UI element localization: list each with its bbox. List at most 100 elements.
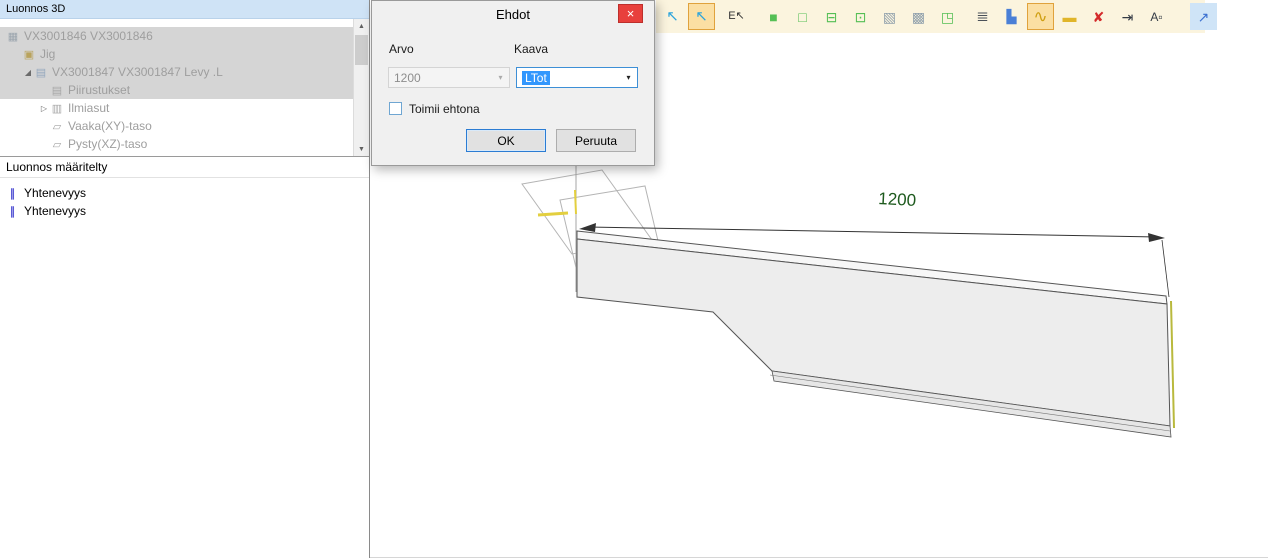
select-sketch-button[interactable]: ↖	[688, 3, 715, 30]
arvo-combobox: 1200 ▾	[388, 67, 510, 88]
tree-item-label: VX3001847 VX3001847 Levy .L	[52, 65, 223, 79]
cube-wireframe-icon: ▧	[883, 10, 896, 24]
select-entities-button[interactable]: ↖	[659, 3, 686, 30]
tree-item[interactable]: ▣Jig	[0, 45, 354, 63]
tree-item-label: Jig	[40, 47, 55, 61]
constraint-item[interactable]: ∥ Yhtenevyys	[0, 184, 369, 202]
appearances-icon: ▥	[50, 102, 64, 115]
dimension-label[interactable]: 1200	[878, 189, 917, 210]
annotation-text-icon: A▫	[1150, 11, 1162, 23]
coincident-constraint-icon: ∥	[6, 205, 19, 218]
open-external-icon: ↗	[1198, 10, 1210, 24]
coincident-constraint-icon: ∥	[6, 187, 19, 200]
arvo-label: Arvo	[389, 42, 414, 56]
tree-expander-icon[interactable]: ◢	[22, 68, 34, 77]
arvo-value: 1200	[389, 71, 492, 85]
tree-item-label: Ilmiasut	[68, 101, 109, 115]
tree-scrollbar[interactable]: ▲ ▼	[353, 19, 369, 157]
dimension-arrow-left	[579, 223, 596, 232]
checkbox-label[interactable]: Toimii ehtona	[409, 102, 480, 116]
dimension-extension-right	[1162, 240, 1169, 297]
plane-offset-icon: ⊟	[826, 10, 838, 24]
conditions-dialog: Ehdot × Arvo Kaava 1200 ▾ LTot ▾ Toimii …	[371, 0, 655, 166]
cube-shaded-button[interactable]: ▩	[905, 3, 932, 30]
plane-filled-button[interactable]: ■	[760, 3, 787, 30]
open-external-button[interactable]: ↗	[1190, 3, 1217, 30]
panel-titlebar: Luonnos 3D	[0, 0, 369, 19]
ok-button[interactable]: OK	[466, 129, 546, 152]
toolbar: ↖↖E↖■□⊟⊡▧▩◳≣▙∿▬✘⇥A▫↗	[656, 0, 1205, 33]
tree-expander-icon[interactable]: ▷	[38, 104, 50, 113]
select-entities-icon: ↖	[666, 9, 679, 24]
arvo-dropdown-icon: ▾	[492, 73, 509, 82]
import-model-icon: ⇥	[1122, 10, 1134, 24]
left-panel: Luonnos 3D ▦VX3001846 VX3001846▣Jig◢▤VX3…	[0, 0, 370, 558]
cube-direction-button[interactable]: ◳	[934, 3, 961, 30]
section-header: Luonnos määritelty	[0, 157, 369, 178]
section-title: Luonnos määritelty	[6, 160, 107, 174]
kaava-dropdown-icon[interactable]: ▾	[620, 73, 637, 82]
tree-item[interactable]: ▱ Pysty(XZ)-taso	[0, 135, 354, 153]
toolbar-icons: ↖ ↖ E↖ ■ □ ⊟ ⊡ ▧ ▩ ◳ ≣ ▙ ∿ ▬ ✘ ⇥ A▫ ↗	[659, 3, 1219, 30]
cube-shaded-icon: ▩	[912, 10, 925, 24]
plane-xy-icon: ▱	[50, 120, 64, 133]
scroll-thumb[interactable]	[355, 35, 368, 65]
delete-face-icon: ✘	[1093, 10, 1105, 24]
import-model-button[interactable]: ⇥	[1114, 3, 1141, 30]
tree-item[interactable]: ▦VX3001846 VX3001846	[0, 27, 354, 45]
ok-button-label: OK	[497, 134, 514, 148]
select-sketch-icon: ↖	[695, 9, 708, 24]
scroll-up-icon[interactable]: ▲	[354, 19, 369, 34]
sheetmetal-flat-icon: ▬	[1063, 10, 1077, 24]
tree-item-label: Pysty(XZ)-taso	[68, 137, 147, 151]
assembly-icon: ▦	[6, 30, 20, 43]
cube-direction-icon: ◳	[941, 10, 954, 24]
kaava-value-wrap: LTot	[517, 71, 620, 85]
pick-element-button[interactable]: E↖	[723, 3, 750, 30]
close-button[interactable]: ×	[618, 4, 643, 23]
cancel-button[interactable]: Peruuta	[556, 129, 636, 152]
scroll-down-icon[interactable]: ▼	[354, 142, 369, 157]
highlighted-sketch-lines[interactable]	[538, 190, 576, 215]
close-icon: ×	[627, 7, 635, 20]
model-plate[interactable]	[577, 231, 1174, 437]
tree-item[interactable]: ▤ Piirustukset	[0, 81, 354, 99]
plane-outline-icon: □	[798, 10, 806, 24]
kaava-value[interactable]: LTot	[522, 71, 550, 85]
plane-points-icon: ⊡	[855, 10, 867, 24]
constraint-label: Yhtenevyys	[24, 186, 86, 200]
tree-item[interactable]: ◢▤VX3001847 VX3001847 Levy .L	[0, 63, 354, 81]
kaava-combobox[interactable]: LTot ▾	[516, 67, 638, 88]
kaava-label: Kaava	[514, 42, 548, 56]
sheetmetal-flat-button[interactable]: ▬	[1056, 3, 1083, 30]
tree-item[interactable]: ▷▥ Ilmiasut	[0, 99, 354, 117]
plane-offset-button[interactable]: ⊟	[818, 3, 845, 30]
annotation-text-button[interactable]: A▫	[1143, 3, 1170, 30]
plane-xz-icon: ▱	[50, 138, 64, 151]
sheetmetal-bend-icon: ∿	[1033, 8, 1047, 25]
feature-list-icon: ≣	[976, 9, 989, 24]
plane-points-button[interactable]: ⊡	[847, 3, 874, 30]
feature-list-button[interactable]: ≣	[969, 3, 996, 30]
tree-rows: ▦VX3001846 VX3001846▣Jig◢▤VX3001847 VX30…	[0, 27, 354, 153]
model-tree[interactable]: ▦VX3001846 VX3001846▣Jig◢▤VX3001847 VX30…	[0, 19, 369, 157]
cancel-button-label: Peruuta	[575, 134, 617, 148]
tree-item-label: Vaaka(XY)-taso	[68, 119, 152, 133]
plate-right-edge-highlight[interactable]	[1171, 301, 1174, 428]
tree-item[interactable]: ▱ Vaaka(XY)-taso	[0, 117, 354, 135]
dimension-line	[588, 227, 1160, 237]
toimii-ehtona-checkbox[interactable]	[389, 102, 402, 115]
delete-face-button[interactable]: ✘	[1085, 3, 1112, 30]
cube-wireframe-button[interactable]: ▧	[876, 3, 903, 30]
drawings-icon: ▤	[50, 84, 64, 97]
extrude-profile-button[interactable]: ▙	[998, 3, 1025, 30]
constraint-list: ∥ Yhtenevyys ∥ Yhtenevyys	[0, 178, 369, 220]
tree-item-label: Piirustukset	[68, 83, 130, 97]
constraint-label: Yhtenevyys	[24, 204, 86, 218]
sheetmetal-bend-button[interactable]: ∿	[1027, 3, 1054, 30]
dialog-title: Ehdot	[496, 7, 530, 22]
plane-filled-icon: ■	[769, 10, 777, 24]
plane-outline-button[interactable]: □	[789, 3, 816, 30]
constraint-item[interactable]: ∥ Yhtenevyys	[0, 202, 369, 220]
dialog-titlebar[interactable]: Ehdot ×	[372, 1, 654, 28]
